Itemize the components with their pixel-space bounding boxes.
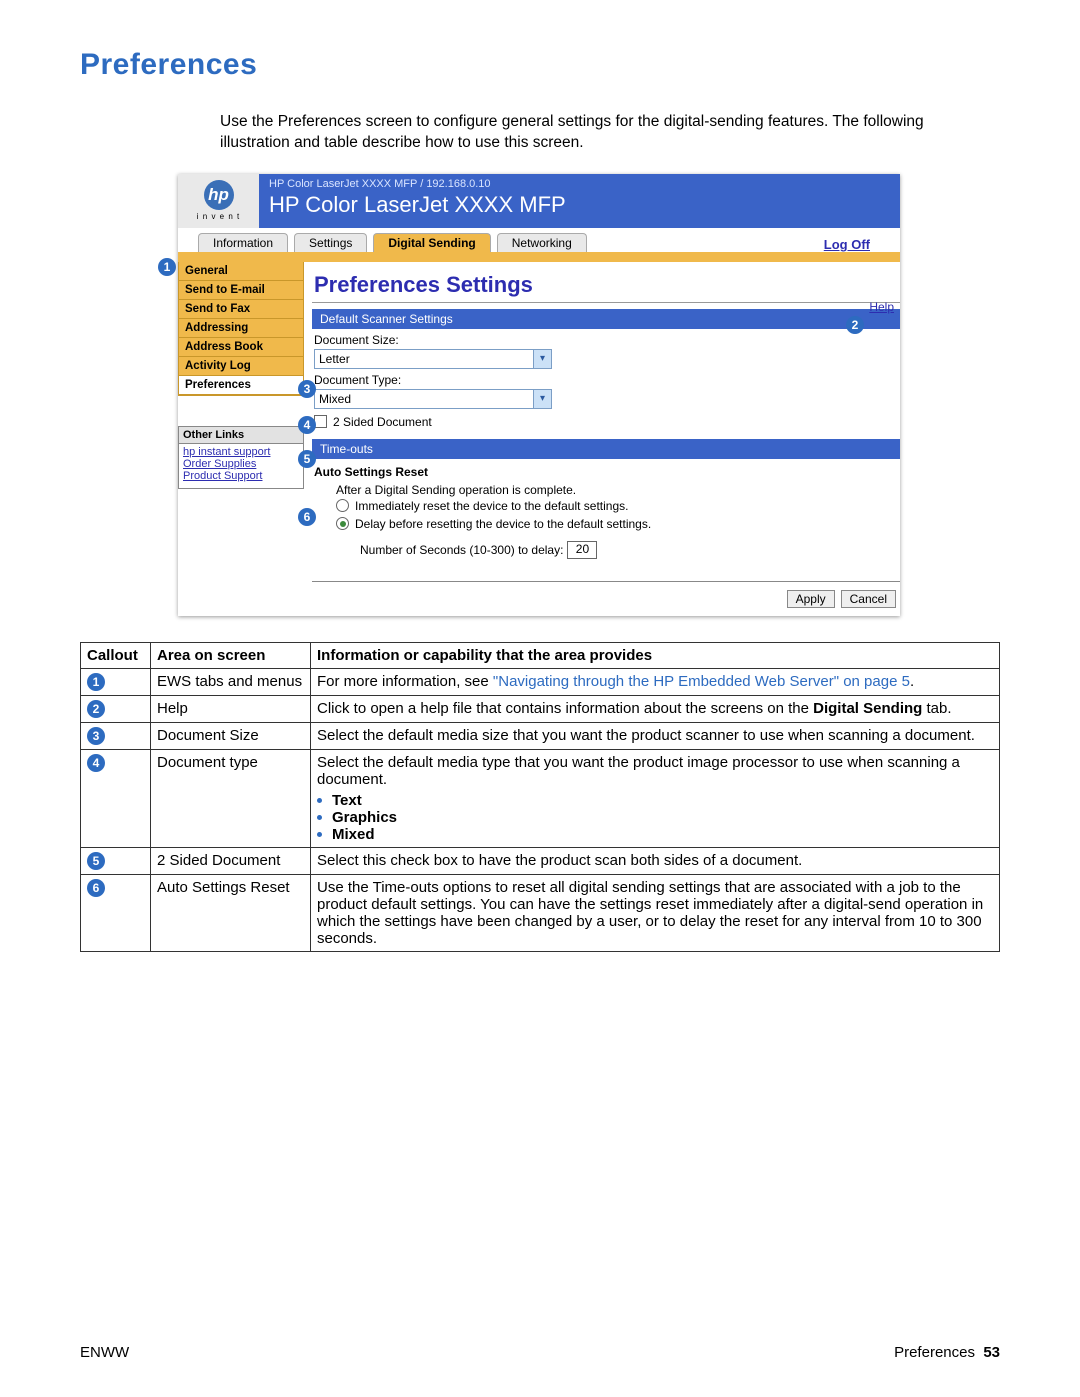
- section-timeouts: Time-outs: [312, 439, 900, 459]
- callout-badge-3: 3: [298, 380, 316, 398]
- callout-badge-1: 1: [158, 258, 176, 276]
- area-cell: EWS tabs and menus: [151, 668, 311, 695]
- menu-general[interactable]: General: [179, 262, 303, 281]
- bullet-text: Text: [317, 792, 993, 809]
- callout-badge-5: 5: [298, 450, 316, 468]
- device-path: HP Color LaserJet XXXX MFP / 192.168.0.1…: [269, 178, 890, 190]
- callout-badge-4: 4: [298, 416, 316, 434]
- tab-information[interactable]: Information: [198, 233, 288, 252]
- page-footer: ENWW Preferences 53: [80, 1344, 1000, 1361]
- link-product-support[interactable]: Product Support: [183, 470, 299, 482]
- auto-settings-line: After a Digital Sending operation is com…: [336, 483, 898, 497]
- table-row: 1 EWS tabs and menus For more informatio…: [81, 668, 1000, 695]
- radio-immediate-label: Immediately reset the device to the defa…: [355, 499, 628, 513]
- document-type-select[interactable]: Mixed ▾: [314, 389, 552, 409]
- callout-num-3: 3: [87, 727, 105, 745]
- document-size-label: Document Size:: [314, 333, 898, 347]
- delay-seconds-input[interactable]: 20: [567, 541, 597, 559]
- link-instant-support[interactable]: hp instant support: [183, 446, 299, 458]
- document-type-value: Mixed: [315, 392, 533, 406]
- two-sided-label: 2 Sided Document: [333, 415, 432, 429]
- two-sided-checkbox[interactable]: [314, 415, 327, 428]
- area-cell: Document Size: [151, 722, 311, 749]
- menu-preferences[interactable]: Preferences: [179, 376, 303, 395]
- device-title: HP Color LaserJet XXXX MFP: [269, 192, 890, 218]
- table-row: 2 Help Click to open a help file that co…: [81, 695, 1000, 722]
- info-cell: Select this check box to have the produc…: [311, 847, 1000, 874]
- area-cell: Document type: [151, 749, 311, 847]
- logo-subtext: i n v e n t: [197, 212, 240, 221]
- info-cell: Click to open a help file that contains …: [311, 695, 1000, 722]
- chevron-down-icon[interactable]: ▾: [533, 390, 551, 408]
- tab-digital-sending[interactable]: Digital Sending: [373, 233, 490, 252]
- tab-networking[interactable]: Networking: [497, 233, 587, 252]
- intro-text: Use the Preferences screen to configure …: [220, 112, 940, 154]
- callout-num-4: 4: [87, 754, 105, 772]
- document-type-label: Document Type:: [314, 373, 898, 387]
- footer-section: Preferences: [894, 1344, 975, 1361]
- other-links-box: Other Links hp instant support Order Sup…: [178, 426, 304, 489]
- th-info: Information or capability that the area …: [311, 642, 1000, 668]
- table-row: 4 Document type Select the default media…: [81, 749, 1000, 847]
- callout-num-6: 6: [87, 879, 105, 897]
- link-order-supplies[interactable]: Order Supplies: [183, 458, 299, 470]
- preferences-settings-title: Preferences Settings: [312, 266, 900, 300]
- area-cell: 2 Sided Document: [151, 847, 311, 874]
- chevron-down-icon[interactable]: ▾: [533, 350, 551, 368]
- document-size-value: Letter: [315, 352, 533, 366]
- callout-badge-6: 6: [298, 508, 316, 526]
- info-cell: For more information, see "Navigating th…: [311, 668, 1000, 695]
- callout-num-1: 1: [87, 673, 105, 691]
- ews-tabs: Information Settings Digital Sending Net…: [178, 230, 900, 252]
- table-row: 3 Document Size Select the default media…: [81, 722, 1000, 749]
- callout-table: Callout Area on screen Information or ca…: [80, 642, 1000, 952]
- th-callout: Callout: [81, 642, 151, 668]
- area-cell: Auto Settings Reset: [151, 874, 311, 951]
- area-cell: Help: [151, 695, 311, 722]
- apply-button[interactable]: Apply: [787, 590, 835, 608]
- menu-activity-log[interactable]: Activity Log: [179, 357, 303, 376]
- info-cell: Use the Time-outs options to reset all d…: [311, 874, 1000, 951]
- tab-settings[interactable]: Settings: [294, 233, 367, 252]
- bullet-mixed: Mixed: [317, 826, 993, 843]
- callout-badge-2: 2: [846, 316, 864, 334]
- auto-settings-reset-title: Auto Settings Reset: [312, 459, 900, 483]
- info-cell: Select the default media type that you w…: [311, 749, 1000, 847]
- log-off-link[interactable]: Log Off: [824, 237, 870, 252]
- radio-immediate[interactable]: [336, 499, 349, 512]
- delay-label: Number of Seconds (10-300) to delay:: [360, 543, 563, 557]
- page-title: Preferences: [80, 48, 1000, 82]
- help-link[interactable]: Help: [869, 300, 894, 314]
- radio-delay-label: Delay before resetting the device to the…: [355, 517, 651, 531]
- footer-left: ENWW: [80, 1344, 129, 1361]
- callout-num-2: 2: [87, 700, 105, 718]
- callout-num-5: 5: [87, 852, 105, 870]
- info-cell: Select the default media size that you w…: [311, 722, 1000, 749]
- table-row: 5 2 Sided Document Select this check box…: [81, 847, 1000, 874]
- menu-send-to-fax[interactable]: Send to Fax: [179, 300, 303, 319]
- document-size-select[interactable]: Letter ▾: [314, 349, 552, 369]
- side-menu: General Send to E-mail Send to Fax Addre…: [178, 262, 304, 396]
- table-row: 6 Auto Settings Reset Use the Time-outs …: [81, 874, 1000, 951]
- menu-send-to-email[interactable]: Send to E-mail: [179, 281, 303, 300]
- illustration: 1 2 3 4 5 6 hp i n v e n t HP Color Lase…: [178, 174, 900, 616]
- nav-ews-link[interactable]: "Navigating through the HP Embedded Web …: [493, 673, 910, 690]
- other-links-title: Other Links: [179, 427, 303, 444]
- menu-addressing[interactable]: Addressing: [179, 319, 303, 338]
- footer-page-number: 53: [983, 1344, 1000, 1361]
- bullet-graphics: Graphics: [317, 809, 993, 826]
- th-area: Area on screen: [151, 642, 311, 668]
- section-default-scanner: Default Scanner Settings: [312, 309, 900, 329]
- cancel-button[interactable]: Cancel: [841, 590, 896, 608]
- radio-delay[interactable]: [336, 517, 349, 530]
- menu-address-book[interactable]: Address Book: [179, 338, 303, 357]
- hp-logo: hp i n v e n t: [178, 174, 259, 228]
